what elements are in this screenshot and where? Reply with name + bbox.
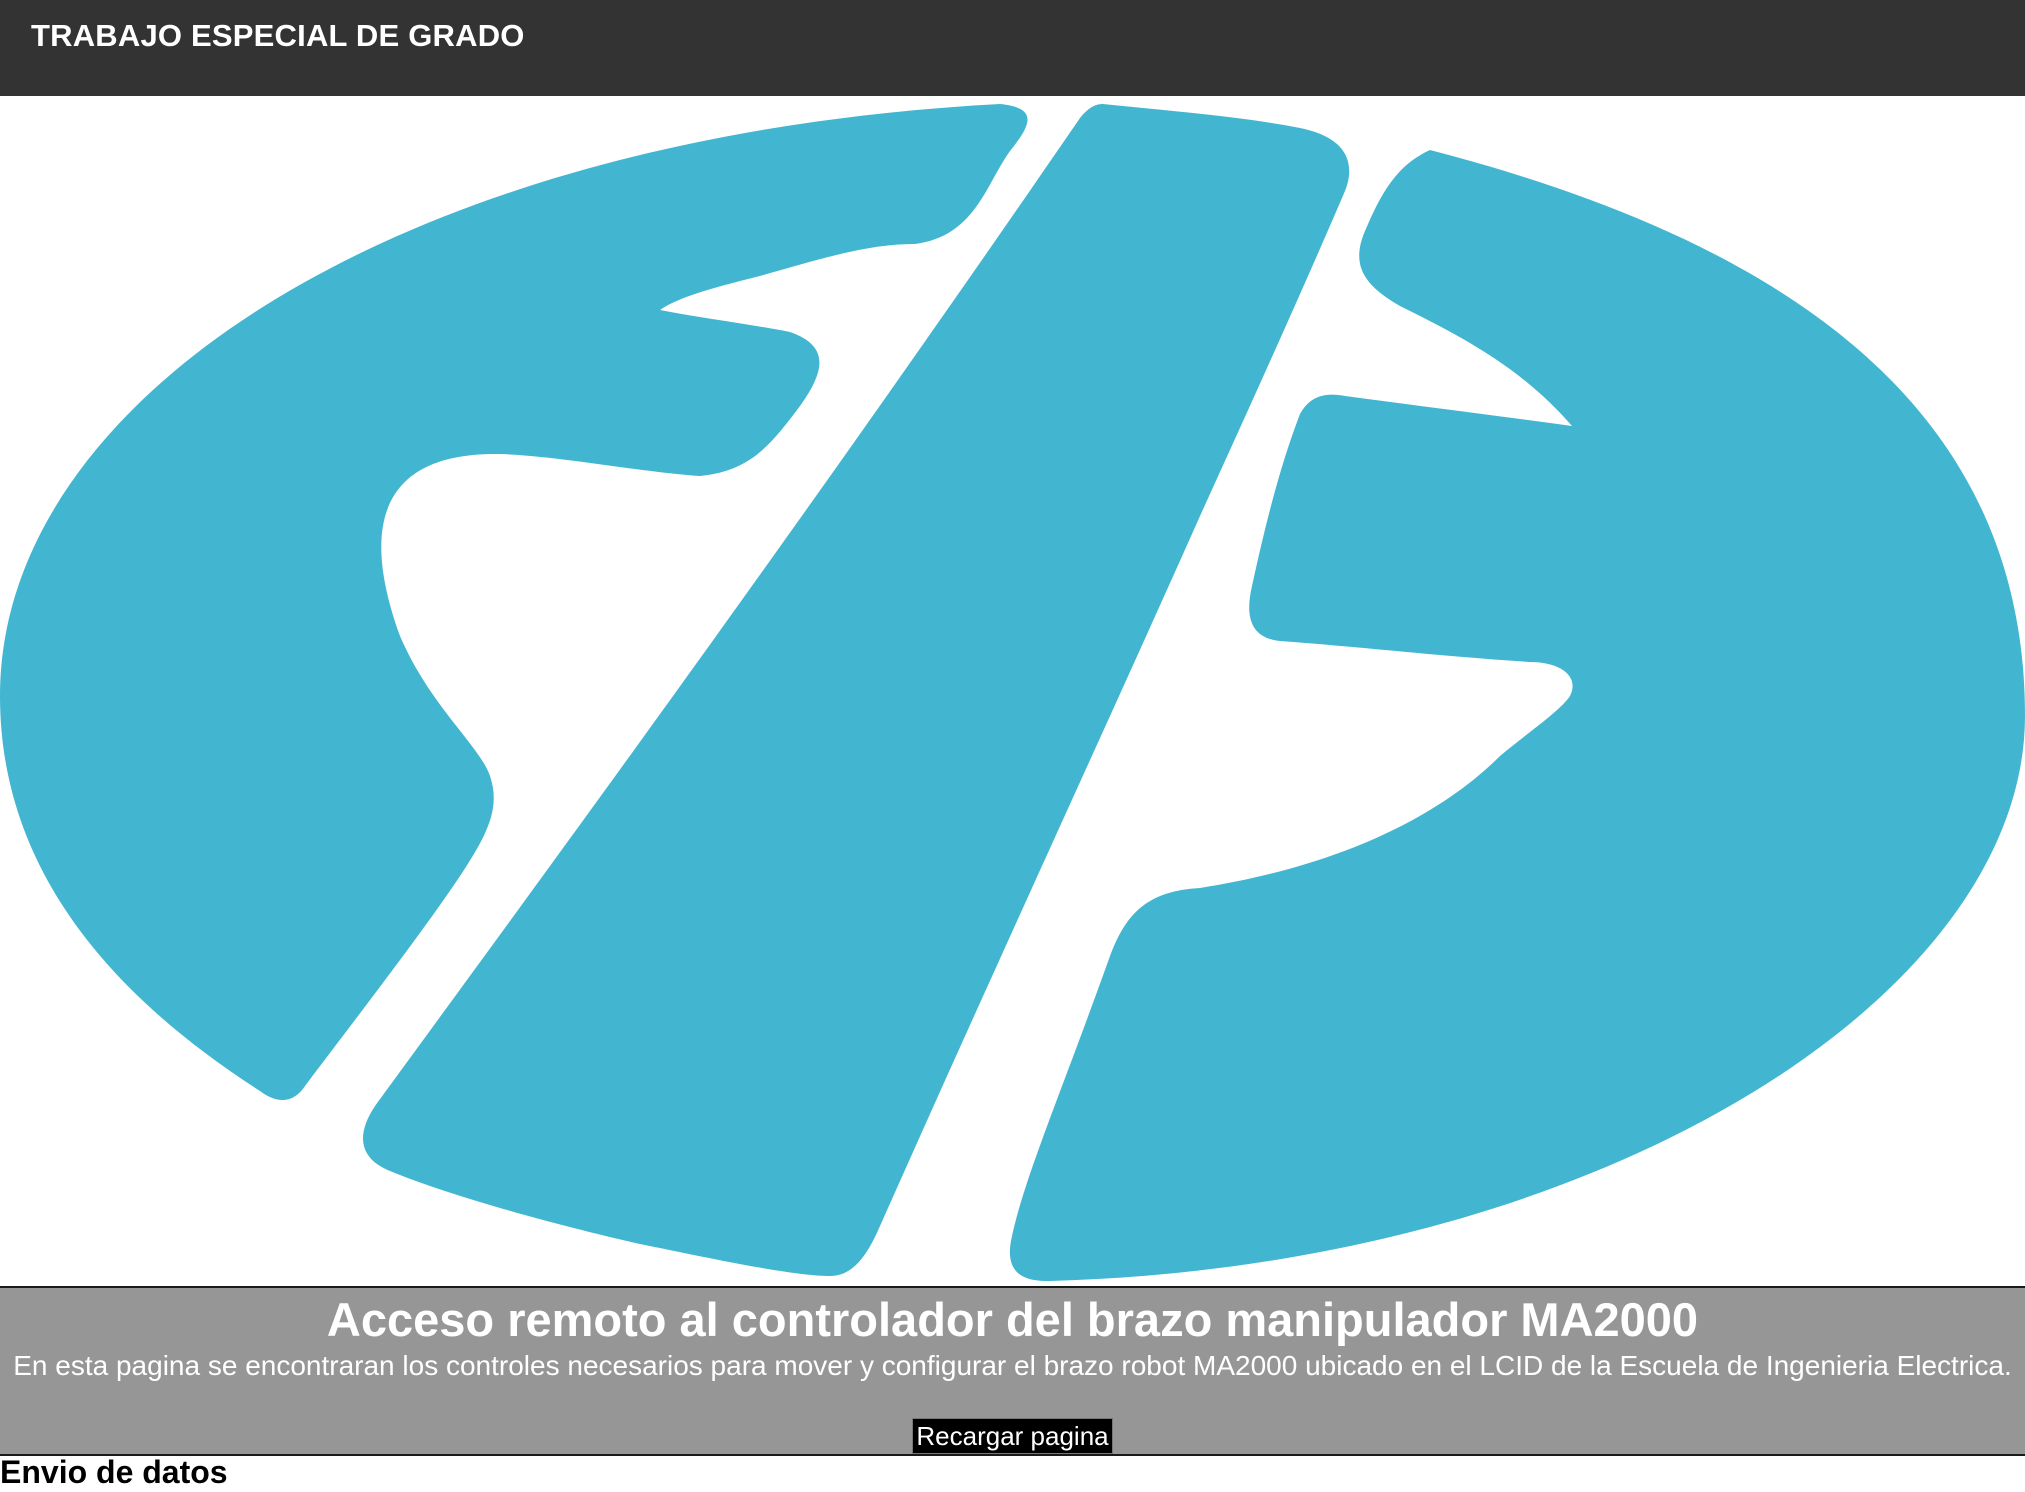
top-bar: TRABAJO ESPECIAL DE GRADO bbox=[0, 0, 2025, 96]
site-title: TRABAJO ESPECIAL DE GRADO bbox=[31, 18, 525, 53]
section-heading: Envio de datos bbox=[0, 1454, 228, 1490]
page-description: En esta pagina se encontraran los contro… bbox=[13, 1350, 2012, 1381]
reload-page-button[interactable]: Recargar pagina bbox=[912, 1418, 1113, 1454]
school-logo bbox=[0, 104, 2025, 1282]
intro-banner: Acceso remoto al controlador del brazo m… bbox=[0, 1286, 2025, 1456]
logo-banner-image bbox=[0, 96, 2025, 1286]
page-heading: Acceso remoto al controlador del brazo m… bbox=[326, 1293, 1699, 1346]
